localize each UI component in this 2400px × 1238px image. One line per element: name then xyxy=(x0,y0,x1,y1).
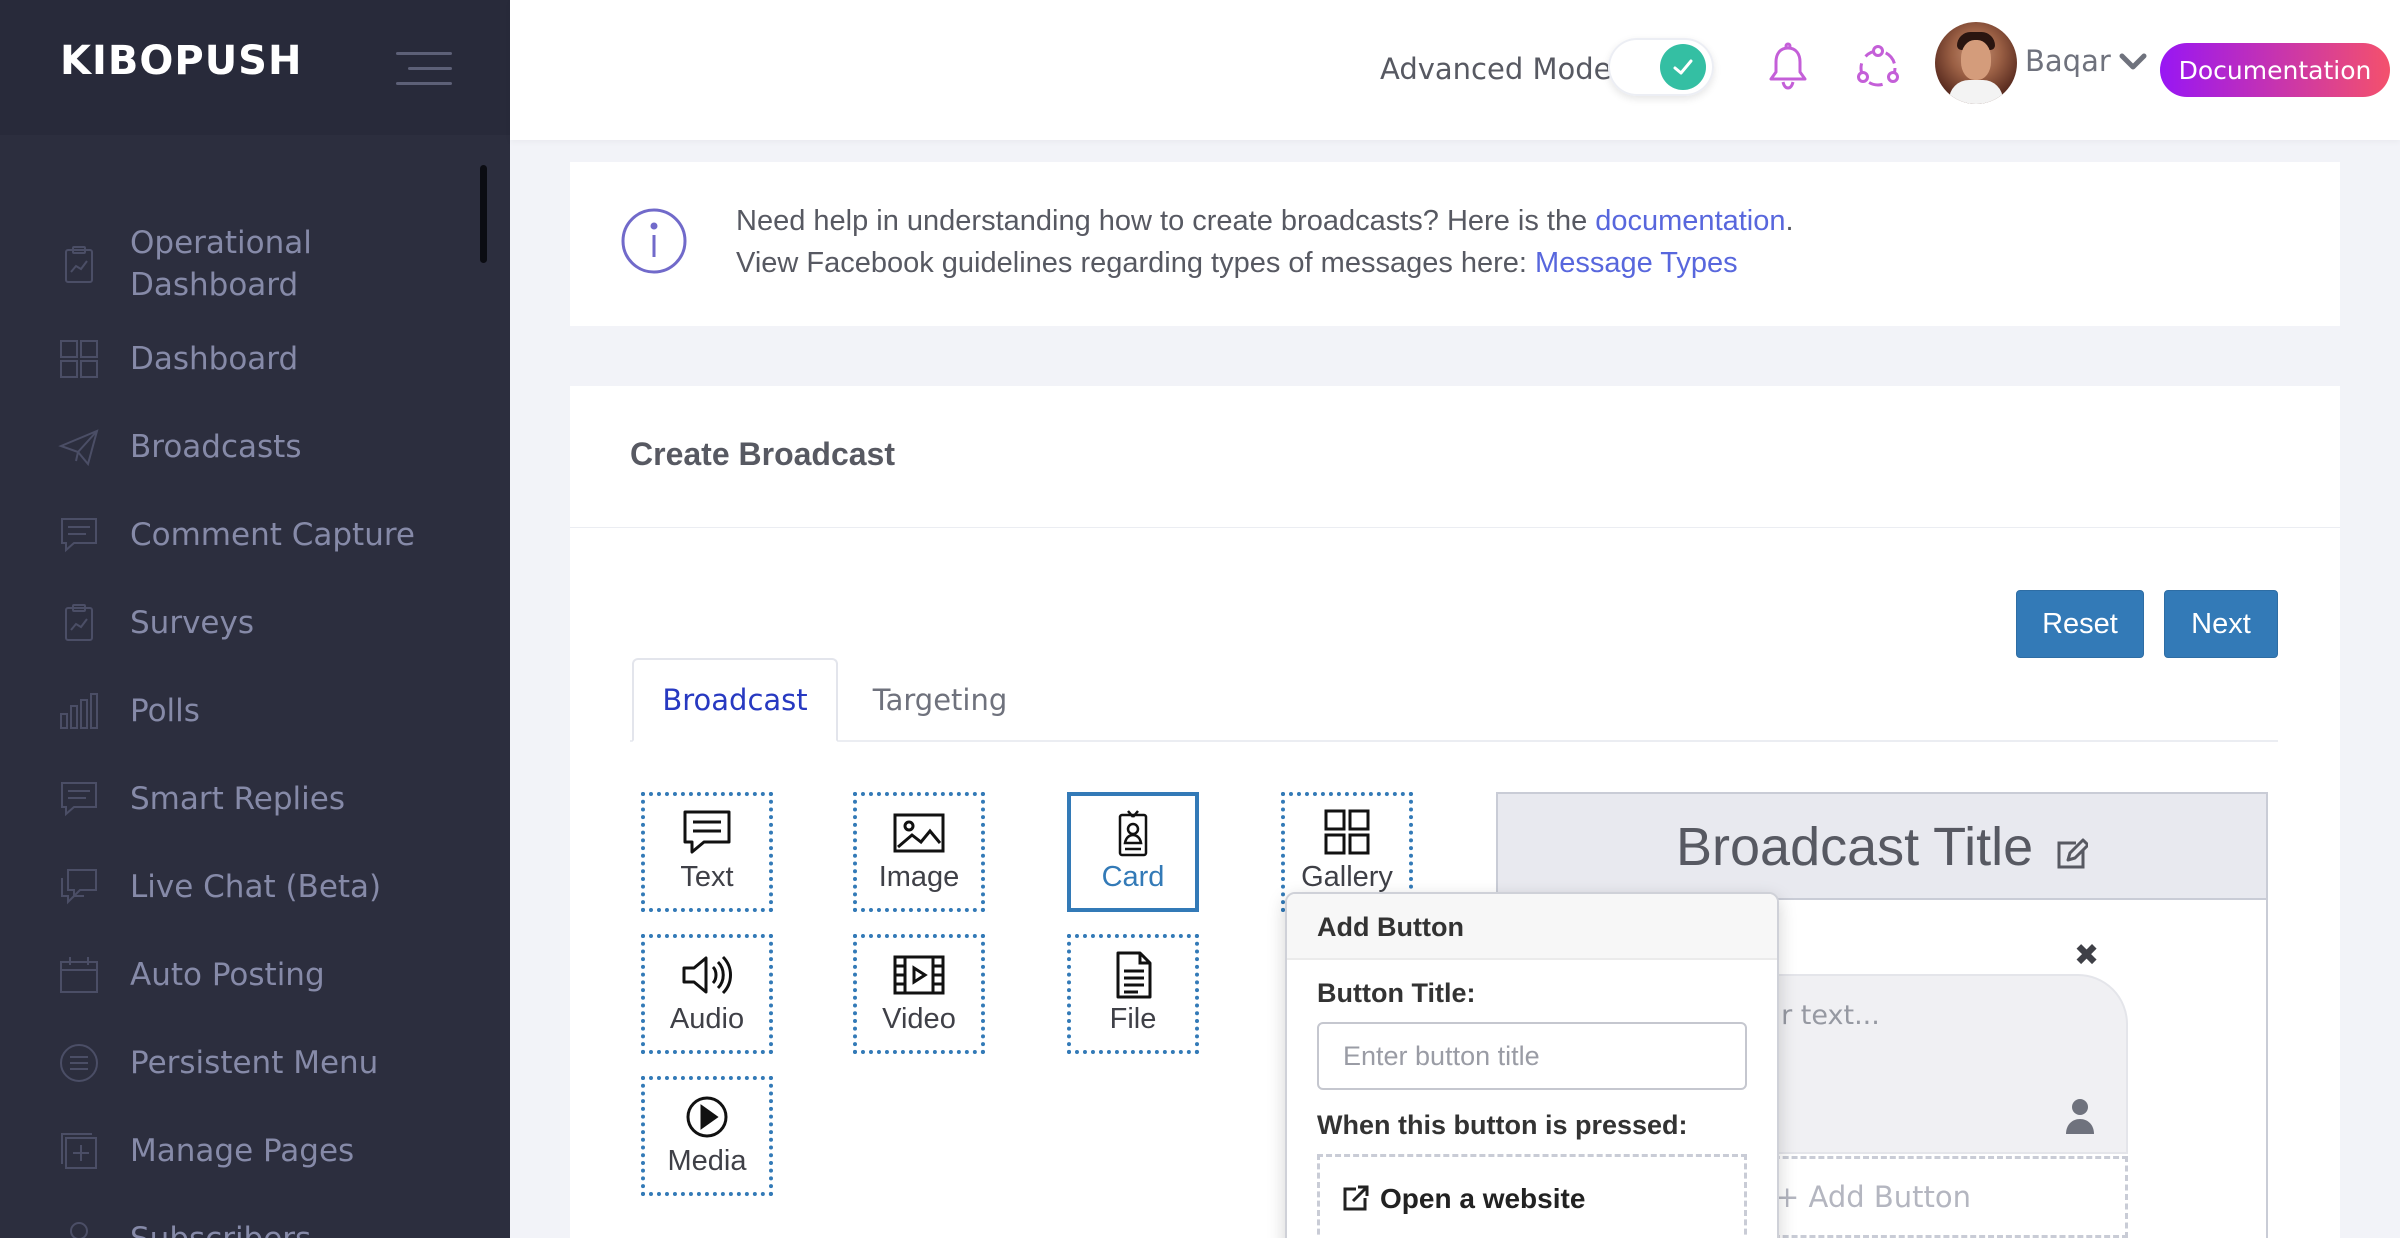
clipboard-chart-icon xyxy=(58,244,100,286)
sidebar-item-comment-capture[interactable]: Comment Capture xyxy=(0,514,510,558)
broadcast-title[interactable]: Broadcast Title xyxy=(1676,816,2033,878)
open-website-option[interactable]: Open a website xyxy=(1317,1154,1747,1238)
info-line-1: Need help in understanding how to create… xyxy=(736,205,1794,237)
network-share-icon[interactable] xyxy=(1850,40,1906,96)
advanced-mode-label: Advanced Mode xyxy=(1380,52,1612,86)
sidebar-item-auto-posting[interactable]: Auto Posting xyxy=(0,954,510,998)
sidebar-item-smart-replies[interactable]: Smart Replies xyxy=(0,778,510,822)
sidebar-item-manage-pages[interactable]: Manage Pages xyxy=(0,1130,510,1174)
panel-header: Create Broadcast xyxy=(570,386,2340,528)
user-icon xyxy=(58,1218,100,1238)
gallery-icon xyxy=(1320,809,1374,857)
next-button[interactable]: Next xyxy=(2164,590,2278,658)
notification-bell-icon[interactable] xyxy=(1760,40,1816,96)
user-avatar[interactable] xyxy=(1935,22,2017,104)
add-button-popover: Add Button Button Title: When this butto… xyxy=(1285,892,1779,1238)
component-image[interactable]: Image xyxy=(853,792,985,912)
external-link-icon xyxy=(1340,1184,1370,1214)
username[interactable]: Baqar xyxy=(2025,44,2111,78)
add-page-icon xyxy=(58,1130,100,1172)
popover-header: Add Button xyxy=(1287,894,1777,960)
chat-icon xyxy=(58,866,100,908)
edit-icon[interactable] xyxy=(2054,838,2090,872)
brand-logo[interactable]: KIBOPUSH xyxy=(60,38,302,84)
button-title-input[interactable] xyxy=(1317,1022,1747,1090)
calendar-icon xyxy=(58,954,100,996)
bar-chart-icon xyxy=(58,690,100,732)
person-icon xyxy=(2064,1098,2096,1134)
sidebar-item-polls[interactable]: Polls xyxy=(0,690,510,734)
comment-icon xyxy=(58,778,100,820)
top-header: Advanced Mode Baqar Documentation xyxy=(510,0,2400,140)
image-icon xyxy=(892,809,946,857)
comment-icon xyxy=(58,514,100,556)
tab-targeting[interactable]: Targeting xyxy=(850,658,1030,742)
add-button[interactable]: + Add Button xyxy=(1738,1156,2128,1238)
info-banner: Need help in understanding how to create… xyxy=(570,162,2340,326)
text-placeholder: ur text... xyxy=(1764,1000,1880,1031)
card-icon xyxy=(1106,809,1160,857)
page-title: Create Broadcast xyxy=(630,436,895,472)
message-types-link[interactable]: Message Types xyxy=(1535,247,1738,279)
info-icon xyxy=(620,207,688,275)
film-icon xyxy=(892,951,946,999)
checkmark-icon xyxy=(1660,44,1706,90)
text-bubble-icon xyxy=(680,809,734,857)
brand-bar: KIBOPUSH xyxy=(0,0,510,135)
documentation-link[interactable]: documentation xyxy=(1595,205,1785,237)
popover-title: Add Button xyxy=(1317,912,1464,942)
tab-broadcast[interactable]: Broadcast xyxy=(632,658,838,742)
sidebar-item-operational-dashboard[interactable]: Operational Dashboard xyxy=(0,222,510,306)
menu-circle-icon xyxy=(58,1042,100,1084)
reset-button[interactable]: Reset xyxy=(2016,590,2144,658)
advanced-mode-toggle[interactable] xyxy=(1608,38,1714,96)
sidebar-item-persistent-menu[interactable]: Persistent Menu xyxy=(0,1042,510,1086)
info-line-2: View Facebook guidelines regarding types… xyxy=(736,247,1738,279)
when-pressed-label: When this button is pressed: xyxy=(1317,1110,1688,1140)
component-audio[interactable]: Audio xyxy=(641,934,773,1054)
sidebar-item-live-chat[interactable]: Live Chat (Beta) xyxy=(0,866,510,910)
hamburger-menu-icon[interactable] xyxy=(396,52,452,88)
component-media[interactable]: Media xyxy=(641,1076,773,1196)
documentation-button[interactable]: Documentation xyxy=(2160,43,2390,97)
info-text: Need help in understanding how to create… xyxy=(736,200,1794,284)
component-file[interactable]: File xyxy=(1067,934,1199,1054)
component-card[interactable]: Card xyxy=(1067,792,1199,912)
sidebar-item-broadcasts[interactable]: Broadcasts xyxy=(0,426,510,470)
sidebar-item-dashboard[interactable]: Dashboard xyxy=(0,338,510,382)
file-icon xyxy=(1106,951,1160,999)
grid-icon xyxy=(58,338,100,380)
chevron-down-icon[interactable] xyxy=(2118,50,2148,74)
sidebar: KIBOPUSH Operational Dashboard Dashboard… xyxy=(0,0,510,1238)
clipboard-chart-icon xyxy=(58,602,100,644)
preview-title-bar: Broadcast Title xyxy=(1498,794,2266,900)
component-video[interactable]: Video xyxy=(853,934,985,1054)
button-title-label: Button Title: xyxy=(1317,978,1476,1008)
play-circle-icon xyxy=(680,1093,734,1141)
sidebar-item-subscribers[interactable]: Subscribers xyxy=(0,1218,510,1238)
close-icon[interactable]: ✖ xyxy=(2074,938,2099,973)
paper-plane-icon xyxy=(58,426,100,468)
speaker-icon xyxy=(680,951,734,999)
sidebar-item-surveys[interactable]: Surveys xyxy=(0,602,510,646)
component-text[interactable]: Text xyxy=(641,792,773,912)
